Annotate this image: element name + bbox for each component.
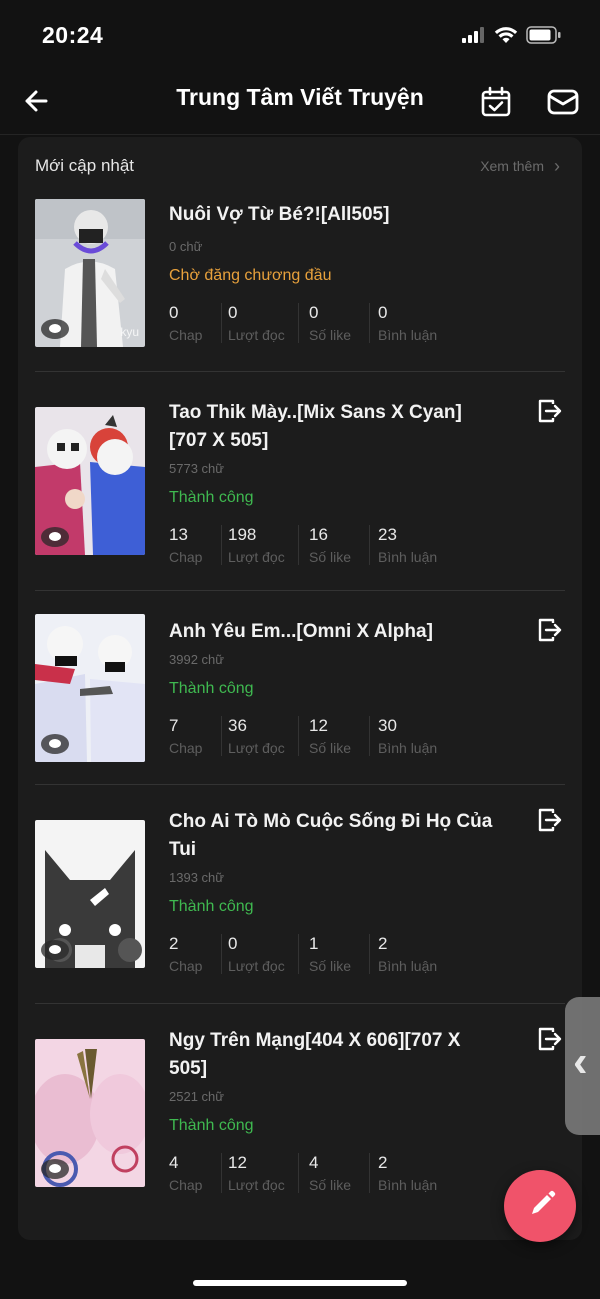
story-status: Chờ đăng chương đầu — [169, 267, 332, 284]
chevron-right-icon: › — [554, 155, 560, 176]
stat-reads: 12 Lượt đọc — [221, 1153, 298, 1193]
story-item[interactable]: Tao Thik Mày..[Mix Sans X Cyan][707 X 50… — [35, 399, 565, 569]
story-stats: 4 Chap 12 Lượt đọc 4 Số like 2 Bình luận — [169, 1153, 458, 1193]
story-stats: 13 Chap 198 Lượt đọc 16 Số like 23 Bình luận — [169, 525, 458, 565]
see-more-label: Xem thêm — [480, 158, 544, 174]
story-item[interactable]: Cho Ai Tò Mò Cuộc Sống Đi Họ Của Tui 139… — [35, 808, 565, 978]
story-status: Thành công — [169, 489, 254, 506]
stat-reads: 198 Lượt đọc — [221, 525, 298, 565]
stat-reads: 0 Lượt đọc — [221, 934, 298, 974]
home-indicator[interactable] — [193, 1280, 407, 1286]
story-title: Tao Thik Mày..[Mix Sans X Cyan][707 X 50… — [169, 402, 462, 451]
section-title: Mới cập nhật — [35, 156, 135, 175]
stat-likes: 12 Số like — [298, 716, 369, 756]
export-icon[interactable] — [535, 806, 563, 834]
export-icon[interactable] — [535, 1025, 563, 1053]
story-cover — [35, 820, 145, 968]
side-drawer-handle[interactable]: ‹ — [565, 997, 600, 1135]
story-cover: kyu — [35, 199, 145, 347]
chevron-left-icon: ‹ — [573, 1037, 588, 1086]
cover-watermark: kyu — [120, 325, 139, 339]
stat-likes: 0 Số like — [298, 303, 369, 343]
divider — [35, 371, 565, 372]
stat-comments: 2 Bình luận — [369, 934, 458, 974]
story-cover — [35, 407, 145, 555]
back-arrow-icon[interactable] — [22, 86, 52, 116]
signal-icon — [462, 27, 484, 43]
wifi-icon — [494, 27, 518, 43]
status-bar: 20:24 — [0, 0, 600, 70]
story-title: Cho Ai Tò Mò Cuộc Sống Đi Họ Của Tui — [169, 811, 493, 860]
word-count: 1393 chữ — [169, 870, 224, 885]
story-item[interactable]: Ngy Trên Mạng[404 X 606][707 X 505] 2521… — [35, 1027, 565, 1197]
comment-bubble-icon — [41, 1159, 69, 1179]
stat-reads: 0 Lượt đọc — [221, 303, 298, 343]
see-more-link[interactable]: Xem thêm › — [480, 156, 560, 177]
export-icon[interactable] — [535, 397, 563, 425]
section-header: Mới cập nhật Xem thêm › — [35, 154, 560, 178]
write-story-button[interactable] — [504, 1170, 576, 1242]
nav-bar: Trung Tâm Viết Truyện — [0, 70, 600, 135]
stat-chap: 4 Chap — [169, 1153, 203, 1193]
stat-likes: 16 Số like — [298, 525, 369, 565]
divider — [35, 1003, 565, 1004]
divider — [35, 590, 565, 591]
comment-bubble-icon — [41, 319, 69, 339]
stat-likes: 1 Số like — [298, 934, 369, 974]
word-count: 2521 chữ — [169, 1089, 224, 1104]
comment-bubble-icon — [41, 734, 69, 754]
stat-chap: 0 Chap — [169, 303, 203, 343]
divider — [35, 784, 565, 785]
story-item[interactable]: Anh Yêu Em...[Omni X Alpha] 3992 chữ Thà… — [35, 614, 565, 768]
story-title: Anh Yêu Em...[Omni X Alpha] — [169, 621, 433, 642]
stat-chap: 13 Chap — [169, 525, 203, 565]
status-time: 20:24 — [42, 21, 104, 48]
story-stats: 0 Chap 0 Lượt đọc 0 Số like 0 Bình luận — [169, 303, 458, 343]
story-status: Thành công — [169, 680, 254, 697]
story-status: Thành công — [169, 898, 254, 915]
stat-comments: 23 Bình luận — [369, 525, 458, 565]
recent-updates-card: Mới cập nhật Xem thêm › kyu Nuôi Vợ Từ B… — [18, 137, 582, 1240]
mail-icon[interactable] — [546, 86, 580, 118]
stat-comments: 2 Bình luận — [369, 1153, 458, 1193]
stat-chap: 2 Chap — [169, 934, 203, 974]
story-stats: 2 Chap 0 Lượt đọc 1 Số like 2 Bình luận — [169, 934, 458, 974]
stat-comments: 30 Bình luận — [369, 716, 458, 756]
stat-chap: 7 Chap — [169, 716, 203, 756]
story-cover — [35, 614, 145, 762]
export-icon[interactable] — [535, 616, 563, 644]
stat-likes: 4 Số like — [298, 1153, 369, 1193]
pencil-icon — [532, 1190, 556, 1214]
calendar-check-icon[interactable] — [480, 86, 512, 118]
story-stats: 7 Chap 36 Lượt đọc 12 Số like 30 Bình luận — [169, 716, 458, 756]
stat-comments: 0 Bình luận — [369, 303, 458, 343]
word-count: 0 chữ — [169, 239, 203, 254]
story-item[interactable]: kyu Nuôi Vợ Từ Bé?![All505] 0 chữ Chờ đă… — [35, 199, 565, 349]
status-icons — [462, 26, 562, 44]
stat-reads: 36 Lượt đọc — [221, 716, 298, 756]
comment-bubble-icon — [41, 940, 69, 960]
word-count: 3992 chữ — [169, 652, 224, 667]
story-status: Thành công — [169, 1117, 254, 1134]
battery-icon — [526, 26, 561, 44]
comment-bubble-icon — [41, 527, 69, 547]
story-cover — [35, 1039, 145, 1187]
story-title: Nuôi Vợ Từ Bé?![All505] — [169, 204, 390, 225]
story-title: Ngy Trên Mạng[404 X 606][707 X 505] — [169, 1030, 461, 1079]
word-count: 5773 chữ — [169, 461, 224, 476]
